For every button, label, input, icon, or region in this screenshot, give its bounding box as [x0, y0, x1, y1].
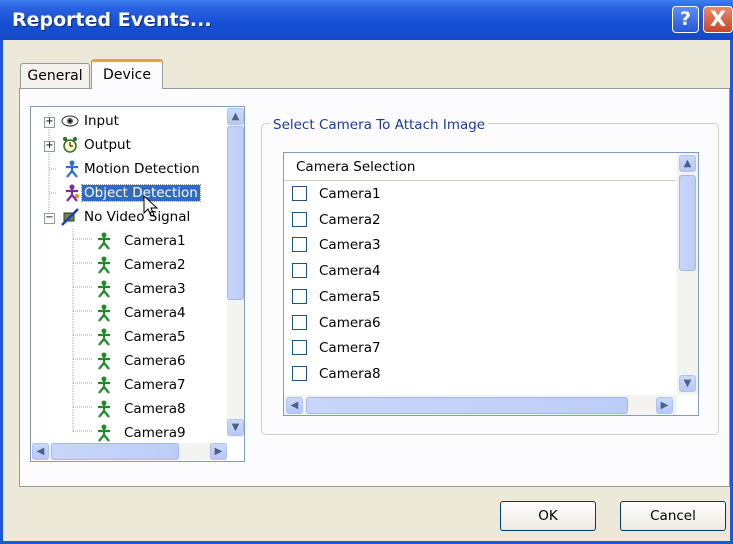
camera-person-icon [98, 376, 110, 394]
tab-device[interactable]: Device [91, 59, 163, 89]
tree-item-camera[interactable]: Camera9 [124, 422, 186, 444]
tree-vertical-scrollbar[interactable]: ▲ ▼ [227, 108, 244, 437]
tree-item-object-detection-label: Object Detection [81, 184, 201, 202]
camera-person-icon [98, 400, 110, 418]
tree-scroll-up-button[interactable]: ▲ [227, 108, 244, 125]
title-bar[interactable]: Reported Events... ? X [0, 0, 733, 40]
tree-scroll-thumb[interactable] [227, 126, 244, 300]
list-horizontal-scrollbar[interactable]: ◀ ▶ [284, 395, 677, 415]
camera-list-label: Camera8 [319, 365, 381, 382]
cancel-button[interactable]: Cancel [620, 501, 726, 531]
tab-general[interactable]: General [20, 63, 90, 88]
list-hscroll-thumb[interactable] [306, 397, 628, 414]
camera-person-icon [98, 328, 110, 346]
tree-scroll-down-button[interactable]: ▼ [227, 419, 244, 436]
tree-item-object-detection[interactable]: Object Detection [81, 182, 201, 204]
camera-person-icon [98, 280, 110, 298]
tree-item-camera[interactable]: Camera2 [124, 254, 186, 276]
tree-item-motion-detection[interactable]: Motion Detection [84, 158, 200, 180]
tree-hscroll-thumb[interactable] [51, 443, 179, 460]
camera-selection-list[interactable]: Camera Selection Camera1 Camera2 Camera3 Ca… [283, 152, 699, 416]
camera-person-icon [98, 232, 110, 250]
tree-scroll-right-button[interactable]: ▶ [210, 443, 227, 460]
camera-person-icon [98, 256, 110, 274]
camera-checkbox[interactable] [292, 211, 307, 227]
list-scroll-left-button[interactable]: ◀ [286, 397, 303, 414]
camera-list-label: Camera7 [319, 340, 381, 357]
tree-item-input[interactable]: Input [84, 110, 119, 132]
camera-checkbox[interactable] [292, 365, 307, 381]
tree-scroll-left-button[interactable]: ◀ [32, 443, 49, 460]
list-scroll-thumb[interactable] [679, 175, 696, 271]
collapse-no-video-icon[interactable]: − [44, 213, 55, 224]
no-video-icon [61, 208, 79, 226]
close-button[interactable]: X [703, 6, 733, 33]
tree-item-camera[interactable]: Camera7 [124, 374, 186, 396]
camera-checkbox[interactable] [292, 314, 307, 330]
expand-output-icon[interactable]: + [44, 141, 55, 152]
list-scroll-right-button[interactable]: ▶ [656, 397, 673, 414]
camera-selection-header[interactable]: Camera Selection [284, 153, 676, 181]
tree-item-camera[interactable]: Camera1 [124, 230, 186, 252]
camera-person-icon [98, 352, 110, 370]
tree-item-output[interactable]: Output [84, 134, 131, 156]
list-vertical-scrollbar[interactable]: ▲ ▼ [677, 153, 698, 395]
camera-list-label: Camera5 [319, 288, 381, 305]
eye-icon [61, 115, 79, 127]
camera-attach-group-legend: Select Camera To Attach Image [270, 117, 489, 133]
camera-list-label: Camera6 [319, 314, 381, 331]
tree-item-camera[interactable]: Camera5 [124, 326, 186, 348]
list-scroll-down-button[interactable]: ▼ [679, 375, 696, 392]
camera-checkbox[interactable] [292, 340, 307, 356]
tree-item-camera[interactable]: Camera4 [124, 302, 186, 324]
camera-checkbox[interactable] [292, 186, 307, 201]
expand-input-icon[interactable]: + [44, 117, 55, 128]
camera-list-label: Camera1 [319, 186, 381, 202]
event-tree[interactable]: + Input + Output Motion Detection Object… [30, 106, 245, 462]
ok-button[interactable]: OK [500, 501, 596, 531]
camera-checkbox[interactable] [292, 263, 307, 279]
tree-horizontal-scrollbar[interactable]: ◀ ▶ [32, 443, 227, 460]
alarm-clock-icon [63, 137, 77, 153]
help-button[interactable]: ? [672, 6, 699, 33]
camera-person-icon [98, 424, 110, 442]
tree-item-no-video-signal[interactable]: No Video Signal [84, 206, 190, 228]
window-title: Reported Events... [12, 9, 212, 31]
camera-checkbox[interactable] [292, 237, 307, 253]
camera-list-label: Camera2 [319, 211, 381, 228]
tree-item-camera[interactable]: Camera3 [124, 278, 186, 300]
motion-person-icon [66, 160, 78, 178]
object-person-icon [66, 184, 79, 202]
camera-list-label: Camera4 [319, 263, 381, 280]
tree-item-camera[interactable]: Camera8 [124, 398, 186, 420]
list-scroll-up-button[interactable]: ▲ [679, 155, 696, 172]
tree-item-camera[interactable]: Camera6 [124, 350, 186, 372]
camera-checkbox[interactable] [292, 288, 307, 304]
camera-list-label: Camera3 [319, 237, 381, 254]
camera-person-icon [98, 304, 110, 322]
